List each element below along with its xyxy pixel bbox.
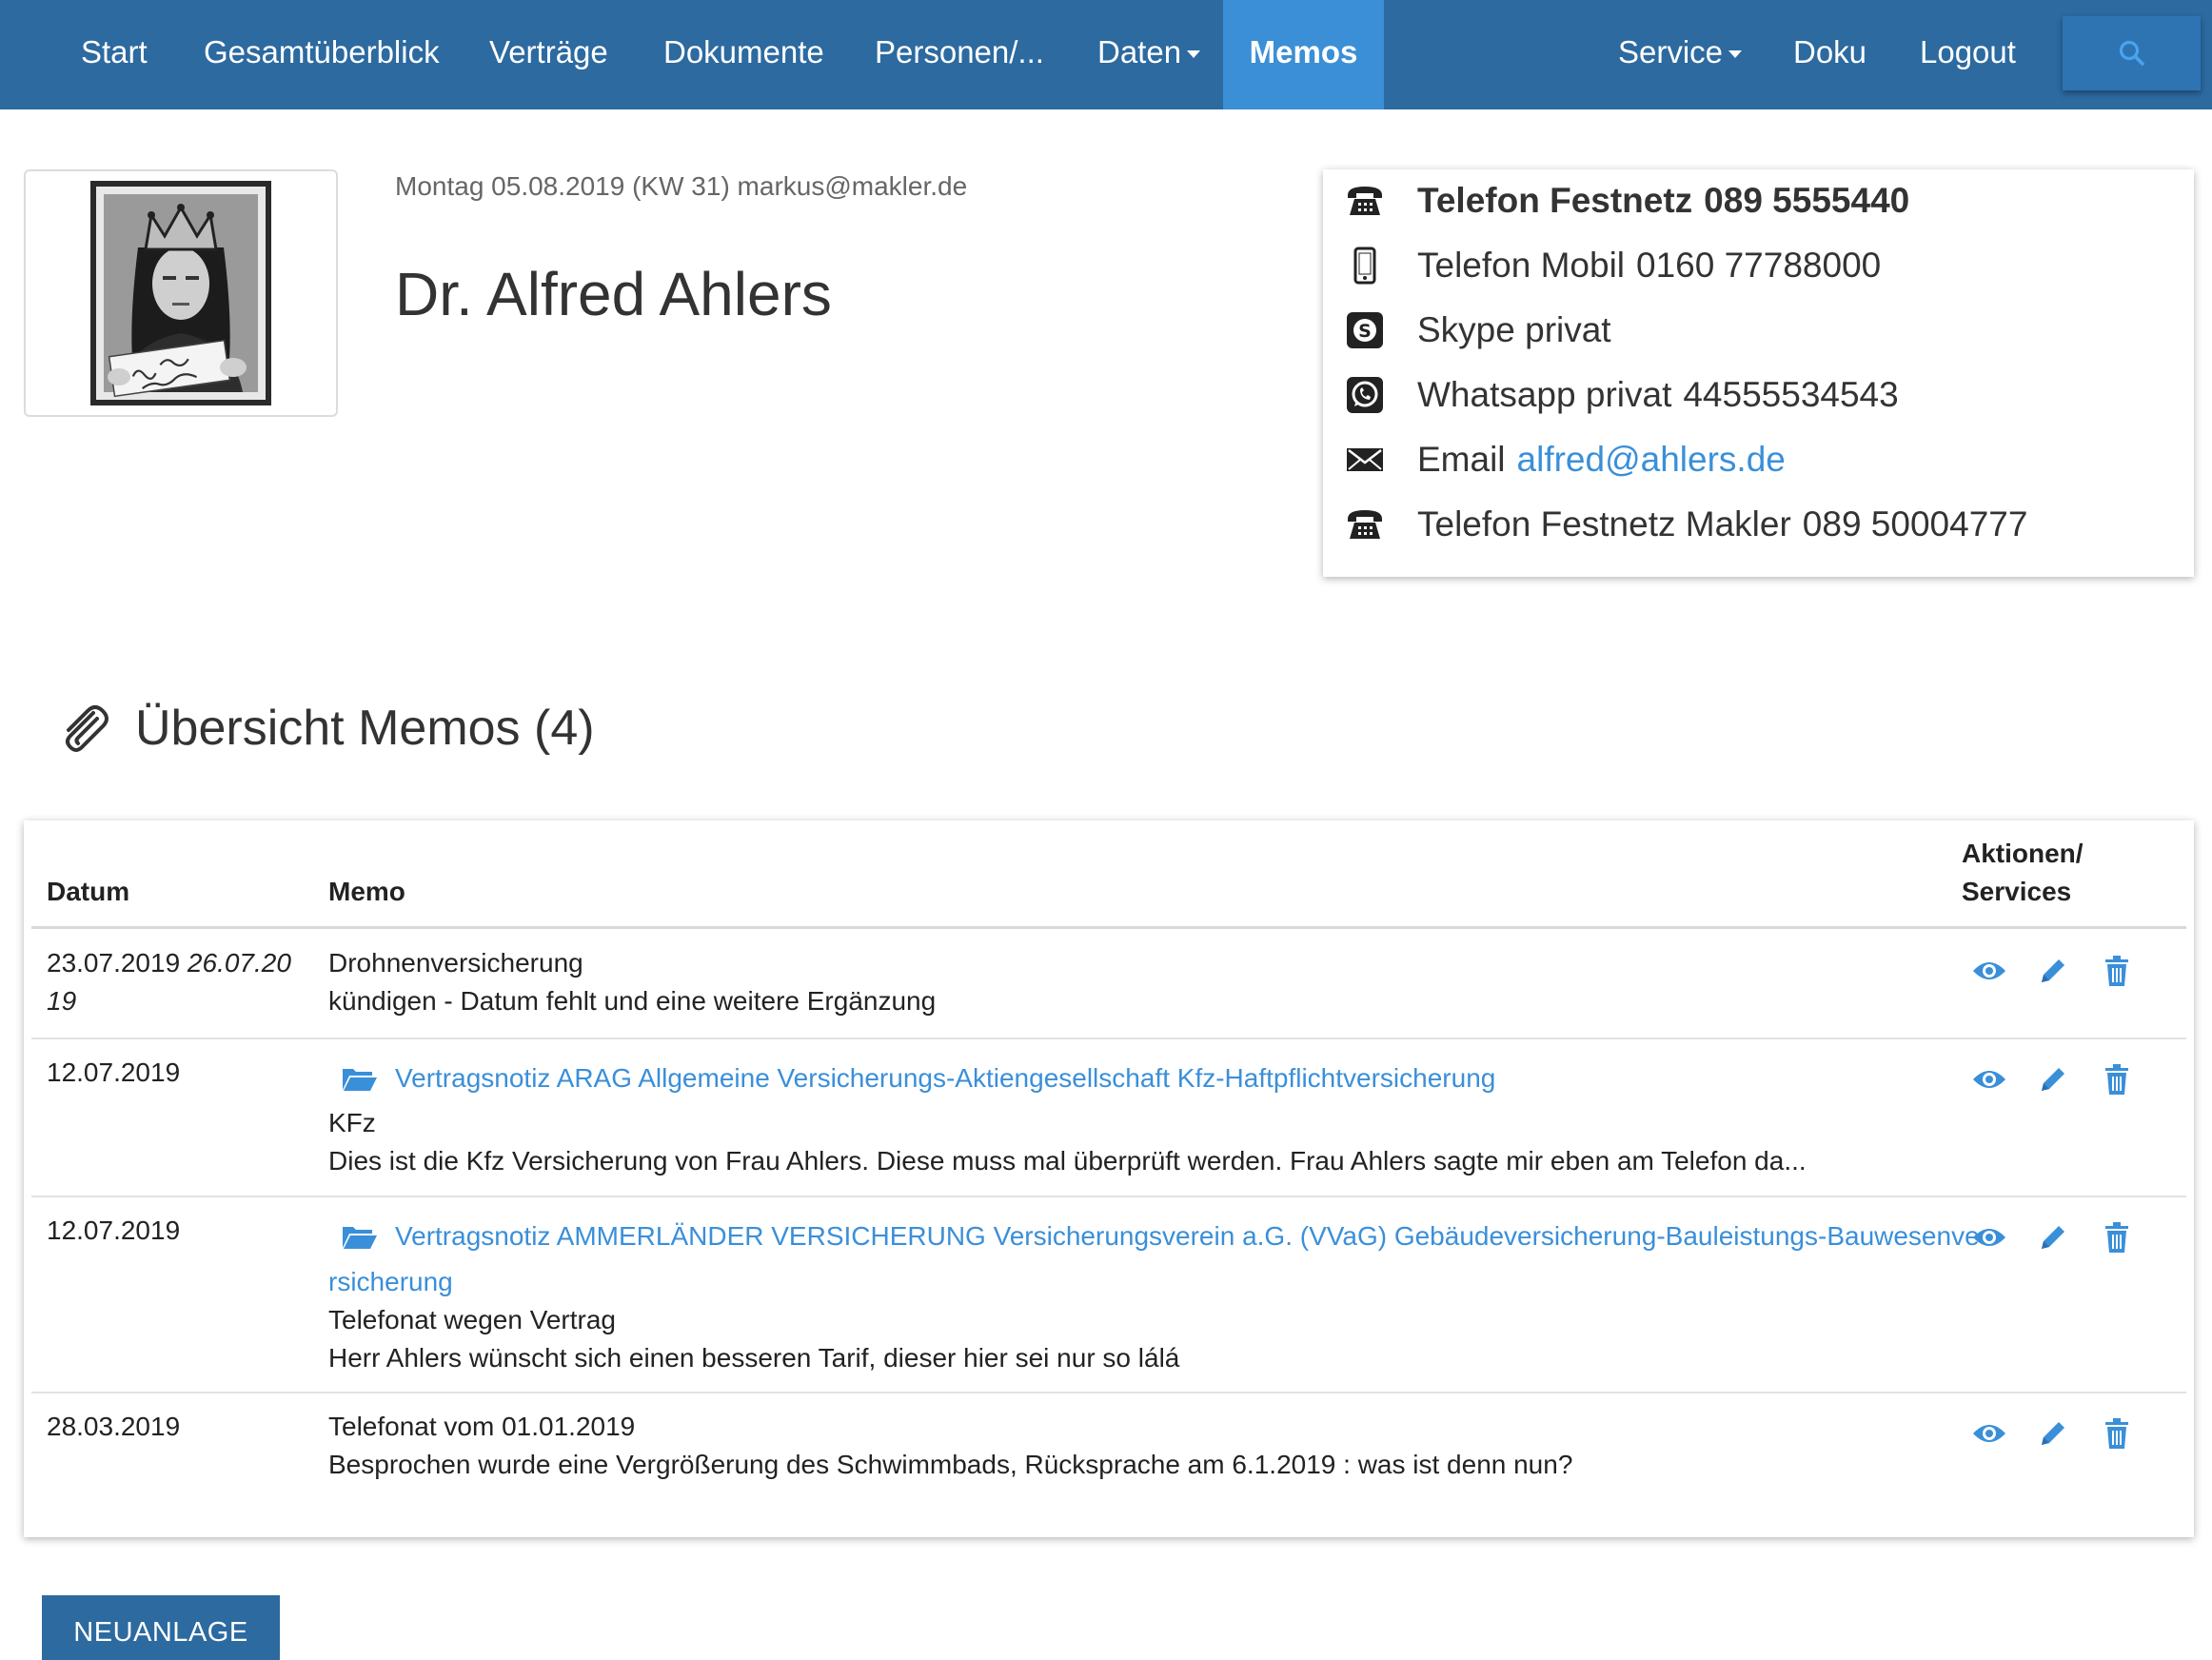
eye-icon[interactable] <box>1970 952 2008 990</box>
person-name: Dr. Alfred Ahlers <box>395 260 832 328</box>
top-navbar: Start Gesamtüberblick Verträge Dokumente… <box>0 0 2212 109</box>
contract-note-link-wrap[interactable]: rsicherung <box>328 1263 453 1301</box>
row-date: 28.03.2019 <box>47 1412 181 1441</box>
svg-text:S: S <box>1358 321 1372 342</box>
row-actions <box>1970 1218 2180 1256</box>
trash-icon[interactable] <box>2098 1414 2136 1452</box>
folder-open-icon <box>342 1065 378 1092</box>
contact-value: 089 50004777 <box>1802 504 2028 543</box>
header-divider <box>31 926 2186 929</box>
row-date: 12.07.2019 <box>47 1215 181 1245</box>
phone-icon <box>1344 180 1386 222</box>
memos-table: Datum Memo Aktionen/ Services 23.07.2019… <box>24 820 2194 1537</box>
row-divider <box>31 1392 2186 1393</box>
contact-label: Email <box>1417 440 1506 479</box>
nav-service-dropdown[interactable]: Service <box>1618 0 1743 109</box>
contact-email: Email alfred@ahlers.de <box>1344 436 1786 484</box>
header-memo[interactable]: Memo <box>328 873 405 911</box>
pencil-icon[interactable] <box>2034 1414 2072 1452</box>
nav-memos[interactable]: Memos <box>1223 0 1384 109</box>
search-icon <box>2119 40 2144 66</box>
folder-open-icon <box>342 1223 378 1250</box>
contact-label: Whatsapp privat <box>1417 375 1672 414</box>
trash-icon[interactable] <box>2098 1218 2136 1256</box>
header-datum[interactable]: Datum <box>47 873 129 911</box>
nav-daten-dropdown[interactable]: Daten <box>1097 0 1201 109</box>
contact-label: Telefon Festnetz Makler <box>1417 504 1791 543</box>
caret-down-icon <box>1728 50 1743 59</box>
mobile-phone-icon <box>1344 245 1386 287</box>
profile-photo <box>24 169 338 417</box>
contact-festnetz: Telefon Festnetz 089 5555440 <box>1344 177 1909 225</box>
avatar <box>90 181 271 405</box>
pencil-icon[interactable] <box>2034 952 2072 990</box>
paperclip-icon <box>66 705 109 752</box>
header-services: Services <box>1962 877 2072 906</box>
search-button[interactable] <box>2063 16 2201 90</box>
row-date: 12.07.2019 <box>47 1057 181 1087</box>
memo-title: Drohnenversicherung <box>328 948 583 978</box>
nav-personen[interactable]: Personen/... <box>875 0 1044 109</box>
contact-festnetz-makler: Telefon Festnetz Makler 089 50004777 <box>1344 501 2027 548</box>
memo-title: KFz <box>328 1108 376 1137</box>
row-actions <box>1970 1414 2180 1452</box>
contact-value: 089 5555440 <box>1704 181 1910 220</box>
section-title: Übersicht Memos (4) <box>55 700 595 757</box>
contact-skype: S Skype privat <box>1344 306 1623 354</box>
skype-icon: S <box>1344 309 1386 351</box>
contact-label: Skype privat <box>1417 310 1611 349</box>
contact-card: Telefon Festnetz 089 5555440 Telefon Mob… <box>1323 169 2194 577</box>
contact-value: 44555534543 <box>1683 375 1899 414</box>
nav-service-label: Service <box>1618 34 1724 69</box>
row-actions <box>1970 952 2180 990</box>
row-actions <box>1970 1060 2180 1098</box>
row-date-secondary: 26.07.20 <box>187 948 291 978</box>
memo-title: Telefonat vom 01.01.2019 <box>328 1412 636 1441</box>
memo-title: Telefonat wegen Vertrag <box>328 1305 616 1334</box>
nav-doku[interactable]: Doku <box>1793 0 1866 109</box>
eye-icon[interactable] <box>1970 1218 2008 1256</box>
contact-label: Telefon Festnetz <box>1417 181 1693 220</box>
contract-note-link[interactable]: Vertragsnotiz AMMERLÄNDER VERSICHERUNG V… <box>328 1217 1980 1255</box>
contract-note-link[interactable]: Vertragsnotiz ARAG Allgemeine Versicheru… <box>328 1059 1495 1097</box>
nav-dokumente[interactable]: Dokumente <box>663 0 824 109</box>
contact-value: 0160 77788000 <box>1636 246 1882 285</box>
row-date: 23.07.2019 26.07.20 <box>47 948 291 978</box>
pencil-icon[interactable] <box>2034 1218 2072 1256</box>
row-divider <box>31 1196 2186 1197</box>
whatsapp-icon <box>1344 374 1386 416</box>
nav-gesamtueberblick[interactable]: Gesamtüberblick <box>204 0 440 109</box>
eye-icon[interactable] <box>1970 1060 2008 1098</box>
memo-text: Herr Ahlers wünscht sich einen besseren … <box>328 1343 1180 1373</box>
contact-mobil: Telefon Mobil 0160 77788000 <box>1344 242 1881 289</box>
header-aktionen: Aktionen/ <box>1962 839 2084 868</box>
trash-icon[interactable] <box>2098 1060 2136 1098</box>
new-memo-button[interactable]: NEUANLAGE <box>42 1595 280 1660</box>
envelope-icon <box>1344 439 1386 481</box>
meta-date-user: Montag 05.08.2019 (KW 31) markus@makler.… <box>395 171 968 201</box>
nav-vertraege[interactable]: Verträge <box>489 0 608 109</box>
contact-label: Telefon Mobil <box>1417 246 1626 285</box>
eye-icon[interactable] <box>1970 1414 2008 1452</box>
row-date-secondary-wrap: 19 <box>47 986 77 1016</box>
trash-icon[interactable] <box>2098 952 2136 990</box>
nav-daten-label: Daten <box>1097 34 1182 69</box>
section-title-text: Übersicht Memos (4) <box>135 701 595 756</box>
memo-text: Besprochen wurde eine Vergrößerung des S… <box>328 1450 1573 1479</box>
pencil-icon[interactable] <box>2034 1060 2072 1098</box>
phone-icon <box>1344 504 1386 545</box>
contact-whatsapp: Whatsapp privat 44555534543 <box>1344 371 1899 419</box>
nav-start[interactable]: Start <box>81 0 148 109</box>
caret-down-icon <box>1187 50 1201 59</box>
email-link[interactable]: alfred@ahlers.de <box>1517 440 1786 480</box>
memo-text: kündigen - Datum fehlt und eine weitere … <box>328 986 937 1016</box>
memo-text: Dies ist die Kfz Versicherung von Frau A… <box>328 1146 1807 1176</box>
nav-logout[interactable]: Logout <box>1920 0 2016 109</box>
row-divider <box>31 1038 2186 1039</box>
